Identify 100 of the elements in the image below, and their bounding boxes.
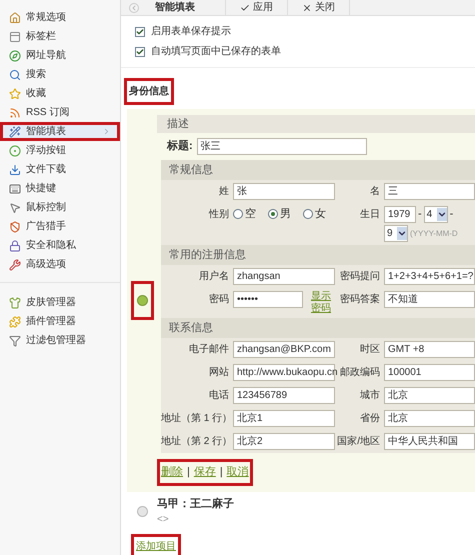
radio-label: 女 [315,207,326,222]
rss-icon [9,106,21,118]
field-label: 国家/地区 [336,434,381,449]
sidebar-item[interactable]: 过滤包管理器 [0,331,120,350]
sidebar-item[interactable]: 智能填表 [0,122,120,141]
input-field[interactable]: 北京1 [233,410,335,427]
sidebar-item[interactable]: 快捷键 [0,179,120,198]
field-label: 省份 [359,412,381,426]
mouse-pointer-icon [9,202,21,214]
radio-button[interactable] [303,209,313,220]
filter-icon [9,334,21,346]
search-icon [9,68,21,80]
sidebar-item[interactable]: 鼠标控制 [0,198,120,217]
sidebar-item[interactable]: 网址导航 [0,46,120,65]
input-field[interactable]: 三 [384,183,475,200]
input-field[interactable]: 张三 [196,138,367,155]
sidebar-item[interactable]: 收藏 [0,84,120,103]
link-separator: | [220,465,223,480]
lock-icon [9,240,21,252]
close-button[interactable]: 关闭 [287,0,350,15]
checkbox-label: 自动填写页面中已保存的表单 [151,44,281,59]
input-field[interactable]: zhangsan@BKP.com [233,341,335,358]
sidebar-item[interactable]: 安全和隐私 [0,236,120,255]
sidebar-item[interactable]: 高级选项 [0,255,120,274]
profile-description: <> [157,513,170,527]
input-field[interactable]: GMT +8 [384,341,475,358]
date-format-hint: (YYYY-MM-D [410,228,458,240]
close-icon [302,2,312,12]
radio-button[interactable] [233,209,243,220]
input-field[interactable]: 不知道 [384,291,475,308]
field-label: 名 [369,185,381,199]
compass-icon [9,50,21,62]
add-item-link[interactable]: 添加项目 [131,534,181,555]
input-field[interactable]: 100001 [384,364,475,381]
sidebar-item[interactable]: RSS 订阅 [0,103,120,122]
keyboard-icon [9,182,21,194]
input-field[interactable]: 北京 [384,410,475,427]
action-link[interactable]: 取消 [226,464,249,480]
input-field[interactable]: •••••• [233,291,303,308]
field-label: 电子邮件 [188,342,230,357]
section-header: 常规信息 [161,160,475,180]
input-field[interactable]: 123456789 [233,387,335,404]
field-label: 网站 [208,366,230,380]
link-separator: | [187,465,190,480]
field-label: 密码答案 [339,292,381,307]
field-label: 姓 [218,185,230,199]
input-field[interactable]: zhangsan [233,268,335,285]
action-link[interactable]: 删除 [161,464,183,480]
input-field[interactable]: 北京2 [233,433,335,450]
puzzle-icon [9,316,21,328]
description-header: 描述 [157,115,475,133]
radio-label: 男 [280,207,291,222]
sidebar-item[interactable]: 插件管理器 [0,312,120,331]
sidebar-item[interactable]: 皮肤管理器 [0,293,120,312]
radio-button[interactable] [268,209,278,220]
sidebar-item[interactable]: 文件下载 [0,160,120,179]
section-heading: 身份信息 [124,78,174,105]
checkbox[interactable] [135,46,145,56]
round-button-icon [9,144,21,156]
input-field[interactable]: 1+2+3+4+5+6+1=? [384,268,475,285]
check-icon [240,2,250,12]
field-label: 地址（第 1 行） [161,412,233,426]
field-label: 密码 [208,292,230,307]
sidebar-item[interactable]: 常规选项 [0,8,120,27]
shield-icon [9,220,21,232]
sidebar-item[interactable]: 广告猎手 [0,217,120,236]
checkbox-label: 启用表单保存提示 [151,24,231,39]
sidebar-item[interactable]: 浮动按钮 [0,141,120,160]
title-label: 标题: [167,138,193,154]
input-field[interactable]: 北京 [384,387,475,404]
download-icon [9,164,21,176]
sidebar-item[interactable]: 标签栏 [0,27,120,46]
radio-button[interactable] [136,294,148,306]
field-label: 城市 [359,388,381,403]
field-label: 电话 [208,388,230,403]
field-label: 生日 [359,208,381,222]
chevron-right-icon [102,127,111,136]
field-label: 用户名 [198,270,230,284]
field-label: 密码提问 [339,270,381,284]
section-header: 联系信息 [161,318,475,338]
field-label: 时区 [359,342,381,357]
sidebar-item[interactable]: 搜索 [0,65,120,84]
dropdown[interactable]: 9 [384,225,408,242]
input-field[interactable]: http://www.bukaopu.cn [233,364,335,381]
input-field[interactable]: 张 [233,183,335,200]
apply-button[interactable]: 应用 [225,0,287,15]
field-label: 邮政编码 [339,366,381,380]
radio-button[interactable] [136,506,148,517]
wrench-icon [9,258,21,270]
wand-icon [9,126,21,138]
checkbox[interactable] [135,26,145,36]
toolbar-title: 智能填表 [154,0,196,15]
shirt-icon [9,296,21,308]
action-link[interactable]: 保存 [194,464,216,480]
input-field[interactable]: 中华人民共和国 [384,433,475,450]
dropdown[interactable]: 4 [424,206,448,223]
tab-bar-icon [9,30,21,42]
profile-title: 马甲：王二麻子 [157,496,234,512]
section-header: 常用的注册信息 [161,245,475,265]
input-field[interactable]: 1979 [384,206,416,223]
